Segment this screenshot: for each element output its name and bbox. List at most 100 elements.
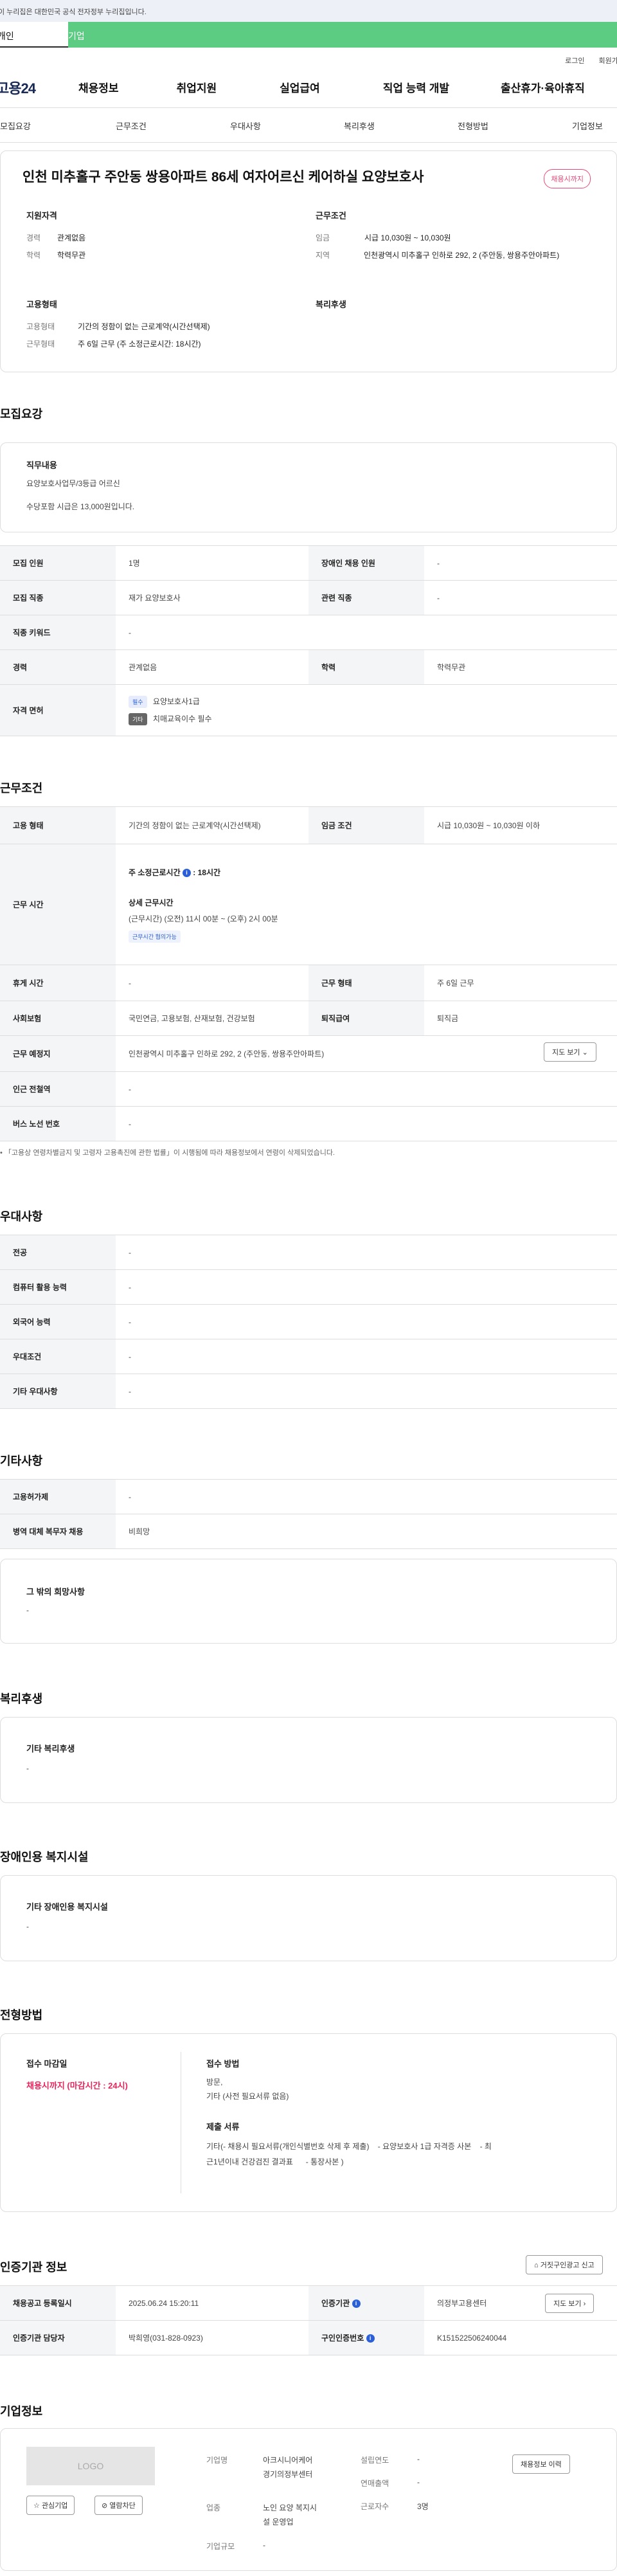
th: 모집 직종 [0, 580, 116, 615]
td: 비희망 [116, 1514, 617, 1549]
td: 인천광역시 미추홀구 인하로 292, 2 (주안동, 쌍용주안아파트) [116, 1035, 617, 1072]
report-fake-ad-button[interactable]: ⌂ 거짓구인광고 신고 [526, 2255, 603, 2274]
nav-parental-leave[interactable]: 출산휴가·육아휴직 [501, 79, 585, 95]
table-row: 인근 전철역 - [0, 1071, 617, 1107]
cond-key: 지역 [316, 251, 330, 260]
org-label: 인증기관 [321, 2299, 350, 2308]
td: - [116, 1479, 617, 1514]
th: 직종 키워드 [0, 615, 116, 650]
td: 학력무관 [424, 649, 617, 685]
welfare-value: - [26, 1764, 29, 1773]
login-link[interactable]: 로그인 [565, 55, 584, 67]
cond-key: 임금 [316, 233, 330, 242]
main-nav: 고용24 채용정보 취업지원 실업급여 직업 능력 개발 출산휴가·육아휴직 [0, 67, 617, 108]
industry-line: 설 운영업 [263, 2517, 294, 2526]
recruit-table: 모집 인원 1명 장애인 채용 인원 - 모집 직종 재가 요양보호사 관련 직… [0, 545, 617, 736]
docs-title: 제출 서류 [206, 2122, 240, 2132]
industry-line: 노인 요양 복지시 [263, 2503, 317, 2512]
block-view-button[interactable]: ⊘ 열람차단 [94, 2496, 143, 2515]
emp-key: 고용형태 [26, 322, 55, 331]
map-button[interactable]: 지도 보기 ⌄ [544, 1042, 596, 1062]
agency-heading: 인증기관 정보 [0, 2261, 67, 2274]
gov-notice-text: 이 누리집은 대한민국 공식 전자정부 누리집입니다. [0, 8, 147, 16]
td: 퇴직금 [424, 1001, 617, 1036]
disabled-title: 기타 장애인용 복지시설 [26, 1902, 108, 1912]
welfare-card: 기타 복리후생 - [0, 1717, 617, 1803]
nav-unemployment-benefit[interactable]: 실업급여 [280, 79, 320, 95]
revenue-value: - [417, 2478, 420, 2487]
th: 근무 형태 [308, 965, 424, 1001]
nav-vocational-training[interactable]: 직업 능력 개발 [383, 79, 449, 95]
tab-conditions[interactable]: 근무조건 [116, 120, 147, 132]
agency-map-button[interactable]: 지도 보기 › [545, 2294, 595, 2313]
qualification-title: 지원자격 [26, 211, 57, 221]
company-name-key: 기업명 [206, 2456, 228, 2465]
tab-company-label: 기업 [68, 31, 85, 41]
age-notice: • 「고용상 연령차별금지 및 고령자 고용촉진에 관한 법률」이 시행됨에 따… [0, 1149, 335, 1157]
company-heading: 기업정보 [0, 2405, 43, 2418]
job-history-button[interactable]: 채용정보 이력 [512, 2454, 570, 2474]
deadline-title: 접수 마감일 [26, 2059, 67, 2069]
info-icon[interactable]: i [352, 2299, 361, 2308]
welfare-heading: 복리후생 [0, 1692, 43, 1705]
td: 관계없음 [116, 649, 308, 685]
table-row: 컴퓨터 활용 능력 - [0, 1269, 617, 1305]
qual-key: 경력 [26, 233, 41, 242]
tab-recruit[interactable]: 모집요강 [0, 120, 31, 132]
cert-no-label: 구인인증번호 [321, 2334, 364, 2343]
td: 박희영(031-828-0923) [116, 2320, 308, 2355]
site-logo[interactable]: 고용24 [0, 77, 78, 98]
th: 컴퓨터 활용 능력 [0, 1269, 116, 1305]
td: K151522506240044 [424, 2320, 617, 2355]
duty-card: 직무내용 요양보호사업무/3등급 어르신 수당포함 시급은 13,000원입니다… [0, 442, 617, 532]
employment-title: 고용형태 [26, 300, 57, 309]
license-tag: 기타 [129, 712, 147, 725]
signup-link[interactable]: 회원가입 [599, 55, 617, 67]
detail-hours-title: 상세 근무시간 [129, 898, 174, 907]
nav-job-info[interactable]: 채용정보 [78, 79, 119, 95]
tab-individual[interactable]: 개인 [0, 22, 68, 48]
table-row: 자격 면허 필수 요양보호사1급 기타 치매교육이수 필수 [0, 684, 617, 736]
recruit-heading: 모집요강 [0, 408, 43, 421]
tab-preferences[interactable]: 우대사항 [230, 120, 261, 132]
qual-value: 학력무관 [57, 251, 86, 260]
td: - [116, 1374, 617, 1409]
favorite-company-button[interactable]: ☆ 관심기업 [26, 2496, 75, 2515]
conditions-block: 근무조건 임금 시급 10,030원 ~ 10,030원 지역 인천광역시 미추홀구… [316, 209, 592, 268]
nav-employment-support[interactable]: 취업지원 [177, 79, 217, 95]
td: - [116, 1106, 617, 1141]
th: 우대조건 [0, 1339, 116, 1374]
welfare-title: 기타 복리후생 [26, 1744, 75, 1754]
industry-key: 업종 [206, 2503, 221, 2512]
info-icon[interactable]: i [366, 2334, 375, 2343]
size-value: - [263, 2541, 265, 2550]
th: 고용 형태 [0, 806, 116, 844]
tab-selection[interactable]: 전형방법 [458, 120, 488, 132]
td: 시급 10,030원 ~ 10,030원 이하 [424, 806, 617, 844]
th: 모집 인원 [0, 545, 116, 581]
th: 관련 직종 [308, 580, 424, 615]
th: 휴게 시간 [0, 965, 116, 1001]
agency-map-label: 지도 보기 [553, 2300, 582, 2308]
employees-key: 근로자수 [361, 2502, 389, 2511]
tab-company[interactable]: 기업 [68, 22, 617, 48]
info-icon[interactable]: i [182, 868, 191, 877]
agency-table: 채용공고 등록일시 2025.06.24 15:20:11 인증기관 i 의정부… [0, 2285, 617, 2355]
th: 임금 조건 [308, 806, 424, 844]
th: 경력 [0, 649, 116, 685]
tab-welfare[interactable]: 복리후생 [344, 120, 375, 132]
th: 버스 노선 번호 [0, 1106, 116, 1141]
table-row: 전공 - [0, 1235, 617, 1270]
tab-company[interactable]: 기업정보 [572, 120, 603, 132]
employees-value: 3명 [417, 2502, 429, 2511]
etc-heading: 기타사항 [0, 1455, 43, 1467]
size-key: 기업규모 [206, 2542, 235, 2551]
cond-value: 인천광역시 미추홀구 인하로 292, 2 (주안동, 쌍용주안아파트) [363, 251, 560, 260]
est-value: - [417, 2454, 420, 2463]
td: 2025.06.24 15:20:11 [116, 2285, 308, 2321]
revenue-key: 연매출액 [361, 2479, 389, 2488]
th: 학력 [308, 649, 424, 685]
table-row: 우대조건 - [0, 1339, 617, 1374]
th: 채용공고 등록일시 [0, 2285, 116, 2321]
method-line: 기타 (사전 필요서류 없음) [206, 2092, 289, 2101]
